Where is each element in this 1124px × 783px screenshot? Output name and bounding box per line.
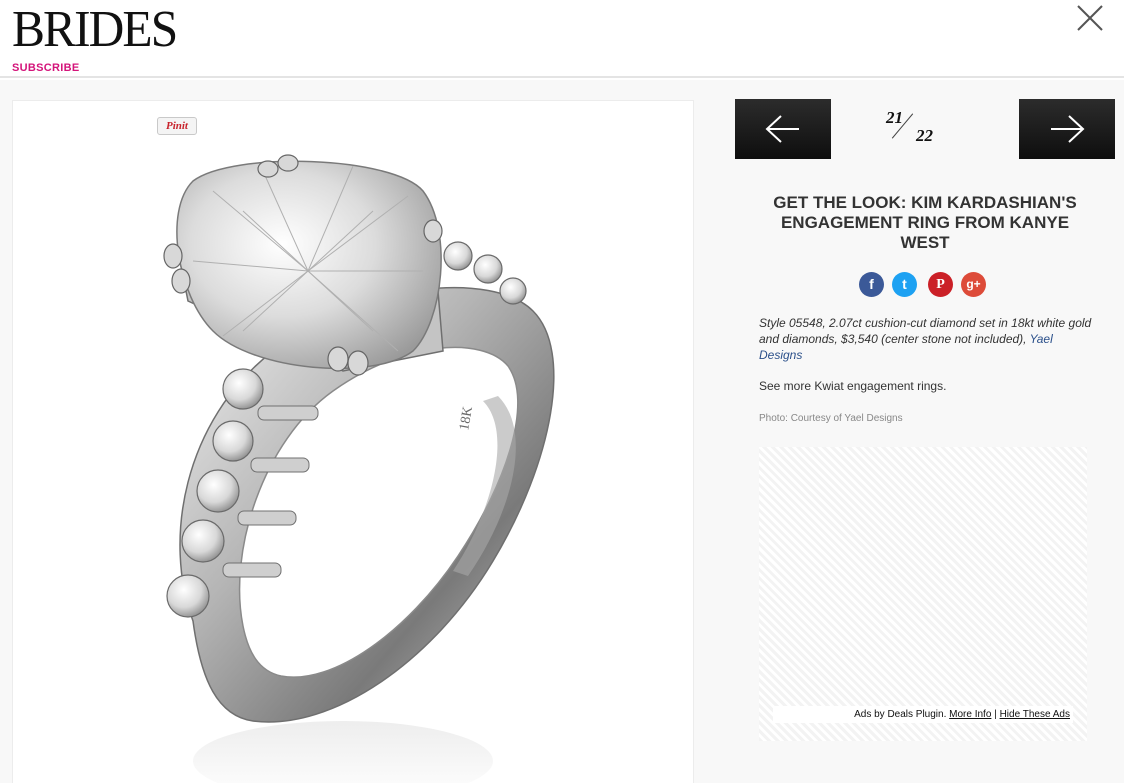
gallery-main: Pinit 18K 21 22 GET THE LOOK: KIM KARDAS…	[0, 80, 1124, 783]
twitter-share-button[interactable]: t	[892, 272, 917, 297]
close-button[interactable]	[1074, 2, 1106, 34]
pinterest-icon: P	[936, 277, 945, 292]
current-slide: 21	[886, 108, 903, 127]
subscribe-link[interactable]: SUBSCRIBE	[12, 62, 80, 74]
previous-slide-button[interactable]	[735, 99, 831, 159]
brides-logo[interactable]: BRIDES	[12, 2, 178, 58]
facebook-share-button[interactable]: f	[859, 272, 884, 297]
pinterest-share-button[interactable]: P	[928, 272, 953, 297]
engagement-ring-image: 18K	[163, 154, 555, 783]
total-slides: 22	[916, 126, 933, 145]
site-header: BRIDES SUBSCRIBE	[0, 0, 1124, 78]
next-slide-button[interactable]	[1019, 99, 1115, 159]
ad-container[interactable]	[759, 447, 1087, 741]
gallery-image[interactable]: Pinit 18K	[12, 100, 694, 783]
see-more-link[interactable]: See more Kwiat engagement rings.	[759, 379, 946, 393]
ads-separator: |	[994, 709, 997, 720]
googleplus-icon: g+	[966, 277, 981, 291]
slide-description: Style 05548, 2.07ct cushion-cut diamond …	[759, 315, 1094, 363]
facebook-icon: f	[869, 276, 874, 292]
close-icon	[1077, 5, 1103, 31]
pin-it-button[interactable]: Pinit	[157, 117, 197, 135]
arrow-left-icon	[765, 115, 799, 143]
ad-disclosure-bar: Ads by Deals Plugin. More Info | Hide Th…	[773, 706, 1073, 723]
slide-title: GET THE LOOK: KIM KARDASHIAN'S ENGAGEMEN…	[773, 193, 1077, 252]
photo-credit: Photo: Courtesy of Yael Designs	[759, 413, 903, 424]
ads-label: Ads by Deals Plugin.	[854, 709, 947, 720]
googleplus-share-button[interactable]: g+	[961, 272, 986, 297]
slide-counter: 21 22	[880, 106, 950, 146]
ads-more-info-link[interactable]: More Info	[949, 709, 991, 720]
hide-ads-link[interactable]: Hide These Ads	[1000, 709, 1070, 720]
arrow-right-icon	[1051, 115, 1085, 143]
twitter-icon: t	[902, 276, 907, 292]
